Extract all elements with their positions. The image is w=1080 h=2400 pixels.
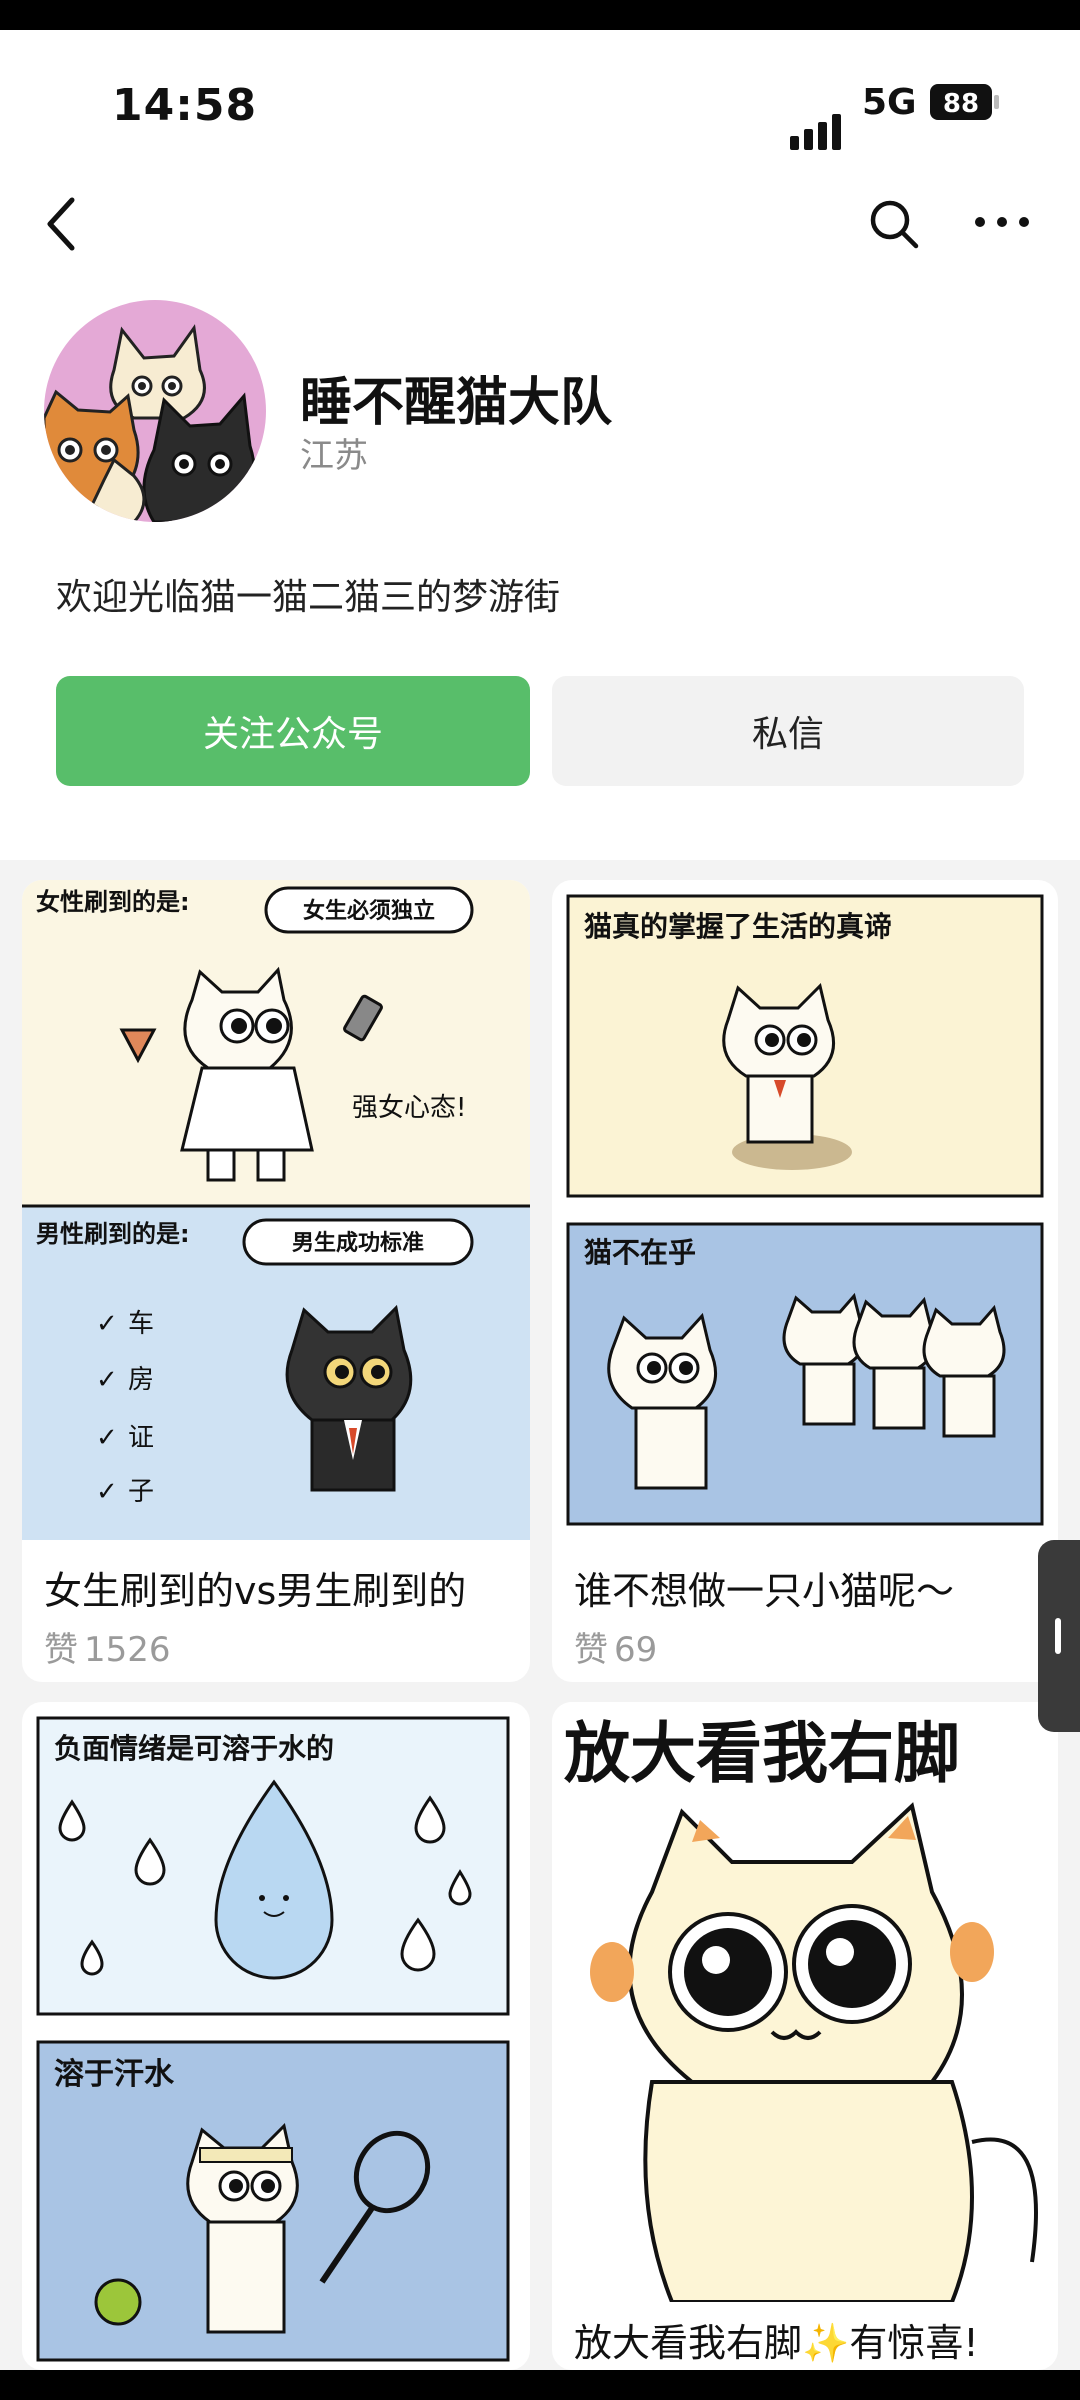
back-arrow-icon[interactable] (38, 192, 86, 256)
follow-button[interactable]: 关注公众号 (56, 676, 530, 786)
card-cover-image: 放大看我右脚 (552, 1702, 1058, 2302)
card-title: 谁不想做一只小猫呢～ (574, 1569, 955, 1613)
article-card[interactable]: 猫真的掌握了生活的真谛 猫不在乎 谁不想做一只小猫呢～ 赞 69 (552, 880, 1058, 1682)
battery-level: 88 (943, 89, 979, 119)
svg-text:✓: ✓ (96, 1477, 118, 1507)
card-cover-image: 女性刷到的是: 女生必须独立 强女心态! 男性刷到的是: 男生成功标准 ✓ 车 ✓… (22, 880, 530, 1540)
panel-bubble: 男生成功标准 (292, 1230, 424, 1256)
profile-location: 江苏 (300, 436, 368, 476)
status-bar: 14:58 5G 88 (0, 30, 1080, 180)
cover-headline: 放大看我右脚 (564, 1715, 960, 1792)
card-cover-image: 猫真的掌握了生活的真谛 猫不在乎 (566, 894, 1044, 1526)
bottom-black-bar (0, 2370, 1080, 2400)
panel-heading: 溶于汗水 (54, 2057, 175, 2092)
article-feed: 女性刷到的是: 女生必须独立 强女心态! 男性刷到的是: 男生成功标准 ✓ 车 ✓… (0, 860, 1080, 2370)
check-item: 子 (128, 1477, 154, 1507)
card-cover-image: 负面情绪是可溶于水的 溶于汗水 (36, 1716, 510, 2362)
message-button[interactable]: 私信 (552, 676, 1024, 786)
scroll-handle[interactable] (1038, 1540, 1080, 1732)
profile-bio: 欢迎光临猫一猫二猫三的梦游街 (56, 577, 561, 618)
panel-heading: 猫真的掌握了生活的真谛 (584, 910, 892, 943)
card-title: 女生刷到的vs男生刷到的 (44, 1569, 467, 1613)
svg-text:✓: ✓ (96, 1365, 118, 1395)
panel-heading: 女性刷到的是: (36, 888, 190, 916)
likes-count: 69 (614, 1630, 658, 1670)
article-card[interactable]: 放大看我右脚 放大看我右脚✨有惊喜! (552, 1702, 1058, 2370)
battery-icon: 88 (930, 84, 999, 120)
panel-note: 强女心态! (352, 1093, 466, 1123)
signal-icon (790, 114, 841, 150)
profile-name: 睡不醒猫大队 (300, 373, 613, 433)
panel-heading: 猫不在乎 (584, 1236, 696, 1269)
likes-label: 赞 (44, 1630, 78, 1670)
article-card[interactable]: 女性刷到的是: 女生必须独立 强女心态! 男性刷到的是: 男生成功标准 ✓ 车 ✓… (22, 880, 530, 1682)
search-icon[interactable] (864, 194, 924, 254)
likes-label: 赞 (574, 1630, 608, 1670)
more-dots-icon[interactable] (972, 202, 1032, 242)
network-type: 5G (862, 82, 917, 123)
status-time: 14:58 (112, 80, 258, 131)
nav-bar (0, 180, 1080, 280)
card-likes: 赞 69 (574, 1622, 657, 1671)
svg-text:✓: ✓ (96, 1309, 118, 1339)
panel-heading: 负面情绪是可溶于水的 (54, 1732, 334, 1765)
check-item: 房 (128, 1365, 154, 1395)
card-likes: 赞 1526 (44, 1622, 171, 1671)
card-title: 放大看我右脚✨有惊喜! (574, 2321, 979, 2365)
likes-count: 1526 (84, 1630, 171, 1670)
check-item: 车 (128, 1309, 154, 1339)
panel-heading: 男性刷到的是: (36, 1220, 190, 1248)
top-black-bar (0, 0, 1080, 30)
svg-text:✓: ✓ (96, 1423, 118, 1453)
avatar[interactable] (44, 300, 266, 522)
panel-bubble: 女生必须独立 (303, 898, 435, 924)
article-card[interactable]: 负面情绪是可溶于水的 溶于汗水 (22, 1702, 530, 2370)
scroll-handle-grip (1055, 1618, 1061, 1654)
check-item: 证 (128, 1423, 154, 1453)
